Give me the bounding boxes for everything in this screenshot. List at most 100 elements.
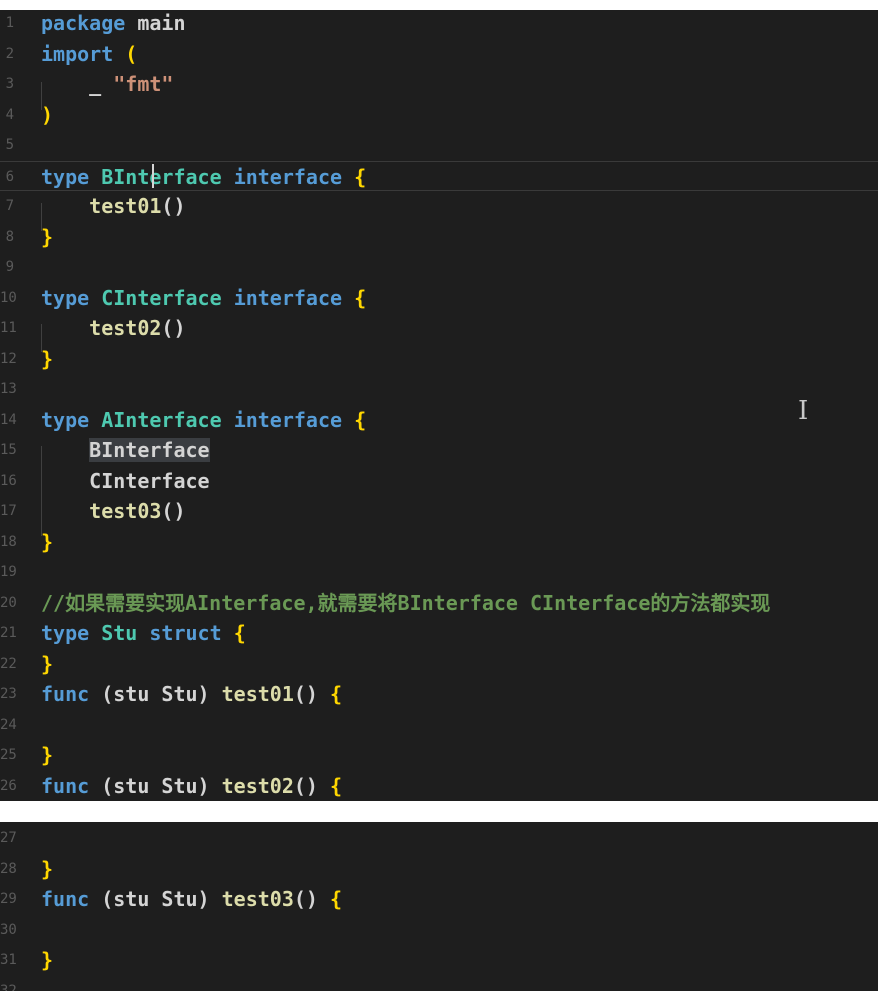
code-text: //如果需要实现AInterface,就需要将BInterface CInter… — [41, 588, 770, 618]
code-line[interactable]: 6 type BInterface interface { — [0, 160, 878, 191]
code-text: func (stu Stu) test02() { — [41, 771, 342, 801]
code-token: "fmt" — [113, 72, 174, 96]
code-line[interactable]: 25} — [0, 740, 878, 770]
code-line[interactable]: 11 test02() — [0, 313, 878, 343]
line-number: 12 — [0, 350, 17, 367]
code-text: BInterface — [41, 435, 210, 465]
code-token: () — [161, 316, 186, 340]
code-token: interface — [233, 285, 343, 310]
indent-guide — [41, 82, 42, 110]
code-text: type CInterface interface { — [41, 283, 366, 313]
line-number: 1 — [5, 15, 14, 31]
code-line[interactable]: 13 — [0, 374, 878, 404]
line-number: 29 — [0, 891, 17, 907]
code-token: CInterface — [101, 285, 222, 310]
code-line[interactable]: 31} — [0, 945, 878, 975]
code-line[interactable]: 32 — [0, 976, 878, 991]
code-line[interactable]: 3 _ "fmt" — [0, 69, 878, 99]
code-token: test03 — [89, 499, 162, 523]
line-number: 21 — [0, 625, 17, 641]
code-token: () — [161, 194, 186, 218]
code-line[interactable]: 10 type CInterface interface { — [0, 283, 878, 313]
code-token: () — [161, 499, 186, 523]
code-line[interactable]: 14 type AInterface interface { — [0, 405, 878, 435]
code-line[interactable]: 22} — [0, 649, 878, 679]
line-number: 30 — [0, 921, 17, 938]
line-number: 23 — [0, 686, 17, 702]
line-number: 4 — [5, 106, 14, 123]
line-number: 22 — [0, 655, 17, 672]
code-line[interactable]: 4) — [0, 100, 878, 130]
code-token: } — [41, 529, 54, 554]
code-line[interactable]: 5 — [0, 130, 878, 160]
code-line[interactable]: 24 — [0, 710, 878, 740]
code-token: ) — [197, 887, 222, 911]
code-token: test02 — [221, 773, 294, 798]
code-line[interactable]: 26 func (stu Stu) test02() { — [0, 771, 878, 801]
code-token: } — [41, 948, 54, 972]
line-number: 9 — [5, 259, 14, 275]
code-line[interactable]: 15 BInterface — [0, 435, 878, 465]
line-number: 5 — [5, 137, 14, 153]
code-text: type AInterface interface { — [41, 405, 366, 435]
code-token: () — [293, 682, 331, 706]
line-number: 24 — [0, 716, 17, 733]
line-number: 15 — [0, 442, 17, 458]
code-line[interactable]: 8} — [0, 222, 878, 252]
line-number: 11 — [0, 320, 17, 336]
code-line[interactable]: 20 //如果需要实现AInterface,就需要将BInterface CInt… — [0, 588, 878, 618]
code-line[interactable]: 27 — [0, 823, 878, 853]
code-line[interactable]: 21 type Stu struct { — [0, 618, 878, 648]
code-text: package main — [41, 10, 186, 38]
code-line[interactable]: 19 — [0, 557, 878, 587]
code-token: CInterface — [41, 468, 210, 493]
code-text: _ "fmt" — [41, 69, 173, 99]
code-line[interactable]: 16 CInterface — [0, 466, 878, 496]
line-number: 16 — [0, 472, 17, 489]
code-line[interactable]: 28} — [0, 854, 878, 884]
code-token: { — [354, 285, 367, 310]
code-token: { — [233, 621, 246, 645]
code-line[interactable]: 30 — [0, 915, 878, 945]
code-line[interactable]: 7 test01() — [0, 191, 878, 221]
code-line[interactable]: 18} — [0, 527, 878, 557]
code-line[interactable]: 23 func (stu Stu) test01() { — [0, 679, 878, 709]
code-line[interactable]: 29 func (stu Stu) test03() { — [0, 884, 878, 914]
code-token: { — [354, 164, 367, 189]
code-line[interactable]: 17 test03() — [0, 496, 878, 526]
code-editor-top[interactable]: 1 package main 2 import (3 _ "fmt" 4) 5 6 type … — [0, 10, 878, 801]
code-token: type — [41, 621, 90, 645]
code-token: test02 — [89, 316, 162, 340]
code-text: } — [41, 222, 53, 252]
code-token: (stu — [89, 682, 162, 706]
code-token: ) — [197, 773, 222, 798]
code-editor-bottom[interactable]: 27 28} 29 func (stu Stu) test03() {30 31} 32 — [0, 822, 878, 991]
code-token: ) — [197, 682, 222, 706]
line-number: 26 — [0, 777, 17, 794]
line-number: 31 — [0, 952, 17, 968]
code-token: //如果需要实现AInterface,就需要将BInterface CInter… — [41, 590, 771, 615]
code-token: () — [293, 773, 331, 798]
code-line[interactable]: 12} — [0, 344, 878, 374]
code-token: { — [330, 773, 343, 798]
line-number: 20 — [0, 594, 17, 611]
code-token: (stu — [89, 773, 162, 798]
code-token: interface — [233, 407, 343, 432]
line-number: 14 — [0, 411, 17, 428]
code-line[interactable]: 2 import ( — [0, 39, 878, 69]
code-token: } — [41, 856, 54, 881]
code-token: interface — [233, 164, 343, 189]
text-caret — [152, 164, 154, 188]
code-line[interactable]: 9 — [0, 252, 878, 282]
code-line[interactable]: 1 package main — [0, 10, 878, 38]
